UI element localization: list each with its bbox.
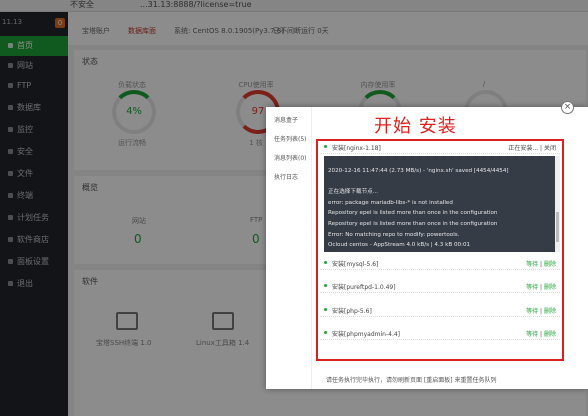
task-status-text: 等待 bbox=[526, 284, 539, 291]
status-dot bbox=[324, 261, 327, 264]
log-line: Ocloud centos - AppStream 4.0 kB/s | 4.3… bbox=[328, 242, 471, 249]
log-line: Error: No matching repo to modify: power… bbox=[328, 231, 460, 238]
task-row: 安装[mysql-5.6] 等待 | 删除 bbox=[320, 258, 560, 270]
task-status-text: 等待 bbox=[526, 308, 539, 315]
log-line: error: package mariadb-libs-* is not ins… bbox=[328, 199, 453, 206]
task-row: 安装[pureftpd-1.0.49] 等待 | 删除 bbox=[320, 281, 560, 293]
task-name: 安装[mysql-5.6] bbox=[332, 261, 379, 268]
tab-message-list[interactable]: 消息列表(0) bbox=[274, 153, 307, 162]
task-status: 等待 | 删除 bbox=[526, 308, 556, 315]
task-row: 安装[php-5.6] 等待 | 删除 bbox=[320, 305, 560, 317]
tab-message-box[interactable]: 消息盒子 bbox=[274, 115, 298, 124]
task-status-text: 等待 bbox=[526, 331, 539, 338]
dialog-tabs: 消息盒子 任务列表(5) 消息列表(0) 执行日志 bbox=[266, 107, 312, 389]
task-status: 等待 | 删除 bbox=[526, 284, 556, 291]
task-name: 安装[php-5.6] bbox=[332, 308, 372, 315]
task-name: 安装[nginx-1.18] bbox=[332, 145, 381, 152]
log-line: Repository epel is listed more than once… bbox=[328, 210, 498, 217]
task-delete-link[interactable]: 删除 bbox=[544, 284, 556, 291]
log-line: 正在选择下载节点... bbox=[328, 189, 379, 196]
task-status: 等待 | 删除 bbox=[526, 331, 556, 338]
log-line: 2020-12-16 11:47:44 (2.73 MB/s) - 'nginx… bbox=[328, 168, 509, 174]
scrollbar-thumb[interactable] bbox=[556, 212, 559, 242]
install-log[interactable]: 2020-12-16 11:47:44 (2.73 MB/s) - 'nginx… bbox=[324, 156, 556, 252]
status-dot bbox=[324, 308, 327, 311]
log-scrollbar[interactable] bbox=[555, 156, 560, 252]
task-status-text: 等待 bbox=[526, 261, 539, 268]
task-delete-link[interactable]: 删除 bbox=[544, 261, 556, 268]
tab-task-list[interactable]: 任务列表(5) bbox=[274, 134, 307, 143]
task-status: 等待 | 删除 bbox=[526, 261, 556, 268]
task-delete-link[interactable]: 删除 bbox=[544, 331, 556, 338]
task-status-text: 正在安装... bbox=[508, 145, 539, 152]
status-dot bbox=[324, 284, 327, 287]
install-headline: 开始 安装 bbox=[374, 116, 457, 137]
task-row: 安装[phpmyadmin-4.4] 等待 | 删除 bbox=[320, 328, 560, 340]
task-close-link[interactable]: 关闭 bbox=[544, 145, 556, 152]
task-row: 安装[nginx-1.18] 正在安装... | 关闭 bbox=[320, 142, 560, 154]
task-status: 正在安装... | 关闭 bbox=[508, 145, 556, 152]
task-name: 安装[pureftpd-1.0.49] bbox=[332, 284, 396, 291]
task-name: 安装[phpmyadmin-4.4] bbox=[332, 331, 401, 338]
task-delete-link[interactable]: 删除 bbox=[544, 308, 556, 315]
dialog-footnote: 请任务执行完毕执行，请勿刷新页面 [重启面板] 来重置任务队列 bbox=[326, 377, 497, 384]
status-dot bbox=[324, 331, 327, 334]
status-dot bbox=[324, 145, 327, 148]
close-button[interactable]: × bbox=[561, 101, 574, 114]
log-line: Repository epel is listed more than once… bbox=[328, 220, 498, 227]
tab-exec-log[interactable]: 执行日志 bbox=[274, 172, 298, 181]
